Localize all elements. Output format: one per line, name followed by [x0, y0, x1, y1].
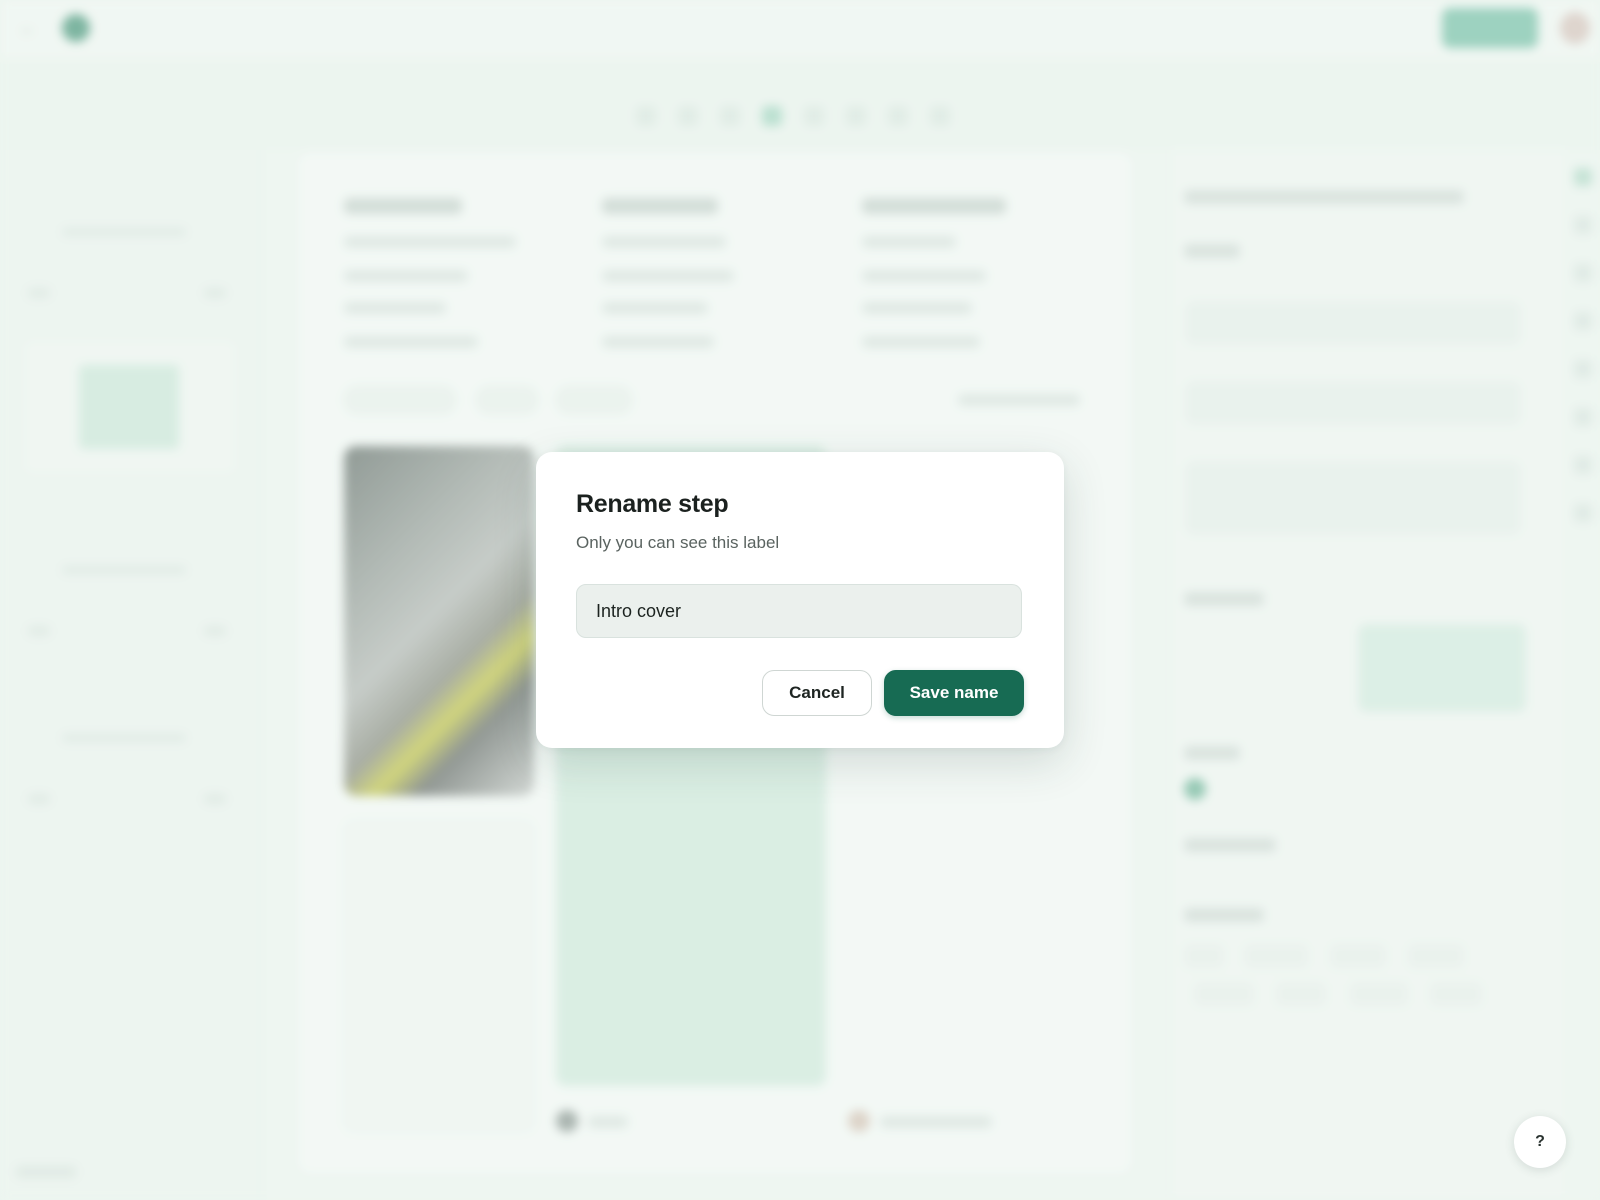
save-name-button[interactable]: Save name: [884, 670, 1024, 716]
help-button[interactable]: ?: [1514, 1116, 1566, 1168]
cancel-button[interactable]: Cancel: [762, 670, 872, 716]
dialog-title: Rename step: [576, 490, 729, 518]
step-name-input[interactable]: [576, 584, 1022, 638]
dialog-subtitle: Only you can see this label: [576, 533, 780, 552]
rename-step-dialog: Rename step Only you can see this label …: [536, 452, 1064, 748]
